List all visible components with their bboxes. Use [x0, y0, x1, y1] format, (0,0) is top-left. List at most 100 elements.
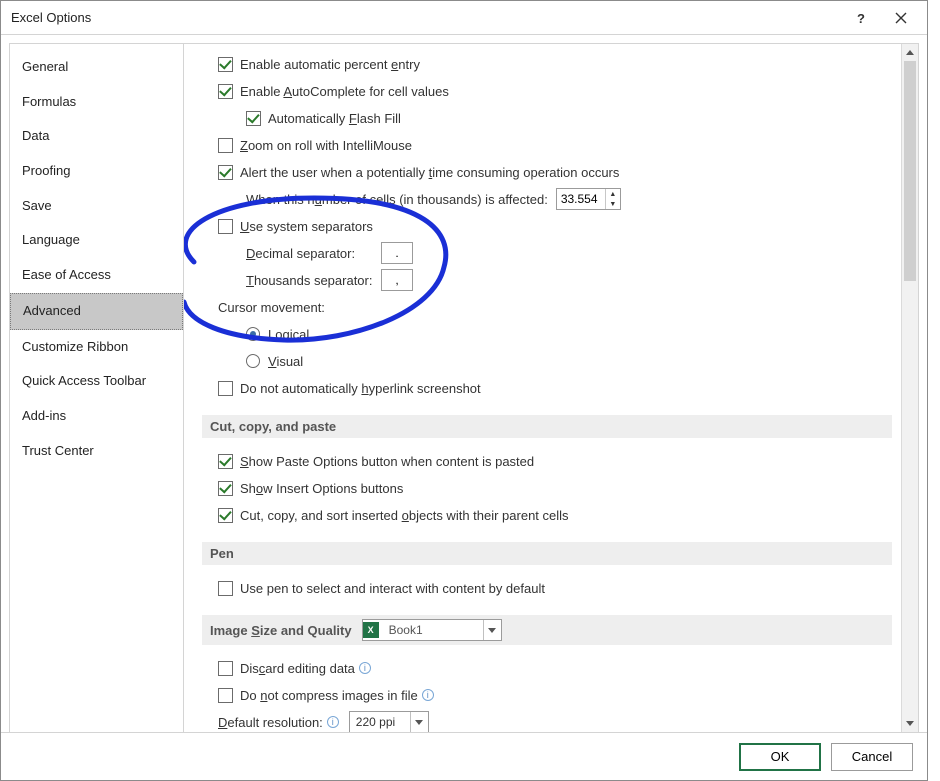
decimal-separator-input[interactable]: [381, 242, 413, 264]
scroll-thumb[interactable]: [904, 61, 916, 281]
no-auto-hyperlink-checkbox[interactable]: [218, 381, 233, 396]
excel-options-window: Excel Options ? General Formulas Data Pr…: [0, 0, 928, 781]
pen-use-row: Use pen to select and interact with cont…: [202, 575, 892, 601]
enable-percent-checkbox[interactable]: [218, 57, 233, 72]
default-resolution-dropdown[interactable]: 220 ppi: [349, 711, 429, 732]
sidebar-item-label: Customize Ribbon: [22, 339, 128, 354]
enable-percent-row: Enable automatic percent entry: [202, 51, 892, 77]
advanced-content: Enable automatic percent entry Enable Au…: [202, 51, 892, 732]
scroll-down-button[interactable]: [902, 715, 918, 732]
chevron-down-icon: [410, 712, 428, 732]
button-label: Cancel: [852, 749, 892, 764]
sidebar-item-label: Ease of Access: [22, 267, 111, 282]
paste-options-label: Show Paste Options button when content i…: [240, 454, 534, 469]
cells-affected-row: When this number of cells (in thousands)…: [202, 186, 892, 212]
cells-affected-input[interactable]: [557, 192, 605, 206]
sidebar-item-label: Add-ins: [22, 408, 66, 423]
sidebar-item-add-ins[interactable]: Add-ins: [10, 399, 183, 434]
sidebar-item-label: Data: [22, 128, 49, 143]
titlebar: Excel Options ?: [1, 1, 927, 35]
paste-options-checkbox[interactable]: [218, 454, 233, 469]
cells-affected-spinner[interactable]: ▲▼: [556, 188, 621, 210]
auto-flashfill-checkbox[interactable]: [246, 111, 261, 126]
info-icon[interactable]: i: [422, 689, 434, 701]
cursor-logical-label: Logical: [268, 327, 309, 342]
discard-editing-checkbox[interactable]: [218, 661, 233, 676]
sidebar-item-general[interactable]: General: [10, 50, 183, 85]
ok-button[interactable]: OK: [739, 743, 821, 771]
scroll-track[interactable]: [902, 61, 918, 715]
enable-autocomplete-label: Enable AutoComplete for cell values: [240, 84, 449, 99]
sidebar-item-data[interactable]: Data: [10, 119, 183, 154]
sidebar-item-label: Advanced: [23, 303, 81, 318]
enable-percent-label: Enable automatic percent entry: [240, 57, 420, 72]
section-label: Cut, copy, and paste: [210, 419, 336, 434]
sidebar-item-ease-of-access[interactable]: Ease of Access: [10, 258, 183, 293]
window-title: Excel Options: [11, 10, 841, 25]
cursor-logical-radio[interactable]: [246, 327, 260, 341]
close-button[interactable]: [881, 3, 921, 33]
cursor-movement-label: Cursor movement:: [218, 300, 325, 315]
insert-options-row: Show Insert Options buttons: [202, 475, 892, 501]
spinner-buttons[interactable]: ▲▼: [605, 189, 620, 209]
vertical-scrollbar[interactable]: [901, 44, 918, 732]
enable-autocomplete-row: Enable AutoComplete for cell values: [202, 78, 892, 104]
cursor-visual-radio[interactable]: [246, 354, 260, 368]
cursor-logical-row: Logical: [202, 321, 892, 347]
pen-use-checkbox[interactable]: [218, 581, 233, 596]
sidebar-item-label: General: [22, 59, 68, 74]
section-image-size-quality: Image Size and Quality X Book1: [202, 615, 892, 645]
no-compress-label: Do not compress images in file: [240, 688, 418, 703]
cancel-button[interactable]: Cancel: [831, 743, 913, 771]
thousands-separator-input[interactable]: [381, 269, 413, 291]
sidebar-item-proofing[interactable]: Proofing: [10, 154, 183, 189]
scroll-up-button[interactable]: [902, 44, 918, 61]
discard-editing-row: Discard editing data i: [202, 655, 892, 681]
workbook-name: Book1: [383, 623, 483, 637]
help-button[interactable]: ?: [841, 3, 881, 33]
section-pen: Pen: [202, 542, 892, 565]
info-icon[interactable]: i: [327, 716, 339, 728]
section-label: Pen: [210, 546, 234, 561]
sort-objects-checkbox[interactable]: [218, 508, 233, 523]
enable-autocomplete-checkbox[interactable]: [218, 84, 233, 99]
sidebar-item-quick-access-toolbar[interactable]: Quick Access Toolbar: [10, 364, 183, 399]
sidebar-item-customize-ribbon[interactable]: Customize Ribbon: [10, 330, 183, 365]
auto-flashfill-row: Automatically Flash Fill: [202, 105, 892, 131]
zoom-intellimouse-checkbox[interactable]: [218, 138, 233, 153]
scroll-area: Enable automatic percent entry Enable Au…: [184, 44, 918, 732]
insert-options-checkbox[interactable]: [218, 481, 233, 496]
sidebar-item-language[interactable]: Language: [10, 223, 183, 258]
section-cut-copy-paste: Cut, copy, and paste: [202, 415, 892, 438]
decimal-separator-row: Decimal separator:: [202, 240, 892, 266]
sidebar-item-advanced[interactable]: Advanced: [10, 293, 183, 330]
sidebar-item-label: Save: [22, 198, 52, 213]
paste-options-row: Show Paste Options button when content i…: [202, 448, 892, 474]
sidebar-item-save[interactable]: Save: [10, 189, 183, 224]
sort-objects-row: Cut, copy, and sort inserted objects wit…: [202, 502, 892, 528]
zoom-intellimouse-row: Zoom on roll with IntelliMouse: [202, 132, 892, 158]
info-icon[interactable]: i: [359, 662, 371, 674]
insert-options-label: Show Insert Options buttons: [240, 481, 403, 496]
decimal-separator-label: Decimal separator:: [246, 246, 381, 261]
sidebar-item-label: Language: [22, 232, 80, 247]
alert-time-checkbox[interactable]: [218, 165, 233, 180]
sidebar-item-trust-center[interactable]: Trust Center: [10, 434, 183, 469]
cursor-visual-row: Visual: [202, 348, 892, 374]
no-auto-hyperlink-row: Do not automatically hyperlink screensho…: [202, 375, 892, 401]
sidebar-item-label: Quick Access Toolbar: [22, 373, 146, 388]
no-compress-checkbox[interactable]: [218, 688, 233, 703]
use-system-separators-checkbox[interactable]: [218, 219, 233, 234]
thousands-separator-label: Thousands separator:: [246, 273, 381, 288]
cells-affected-label: When this number of cells (in thousands)…: [246, 192, 548, 207]
chevron-down-icon: [483, 620, 501, 640]
sidebar-item-formulas[interactable]: Formulas: [10, 85, 183, 120]
excel-icon: X: [363, 622, 379, 638]
workbook-dropdown[interactable]: X Book1: [362, 619, 502, 641]
zoom-intellimouse-label: Zoom on roll with IntelliMouse: [240, 138, 412, 153]
close-icon: [895, 12, 907, 24]
alert-time-row: Alert the user when a potentially time c…: [202, 159, 892, 185]
auto-flashfill-label: Automatically Flash Fill: [268, 111, 401, 126]
section-label: Image Size and Quality: [210, 623, 352, 638]
sidebar-item-label: Trust Center: [22, 443, 94, 458]
